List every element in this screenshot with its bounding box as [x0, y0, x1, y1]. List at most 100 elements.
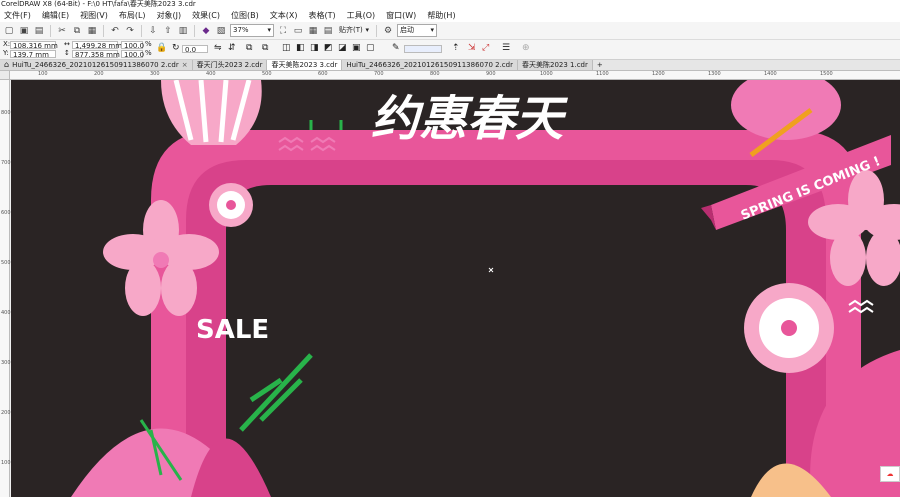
align-distribute-icon[interactable]: ☰: [502, 44, 510, 53]
ruler-tick: 1200: [652, 71, 665, 77]
menu-layout[interactable]: 布局(L): [119, 10, 146, 21]
show-grid-icon[interactable]: ▦: [307, 25, 319, 37]
y-label: Y:: [3, 49, 9, 57]
ruler-tick: 1300: [708, 71, 721, 77]
menu-edit[interactable]: 编辑(E): [42, 10, 69, 21]
drawing-canvas[interactable]: 约惠春天 SPRING IS COMING ! SALE: [11, 80, 900, 497]
save-icon[interactable]: ▤: [33, 25, 45, 37]
app-launcher-icon[interactable]: ▧: [215, 25, 227, 37]
convert-to-curves-icon[interactable]: ⤢: [482, 44, 489, 53]
chevron-down-icon: ▾: [365, 26, 369, 34]
back-minus-front-icon[interactable]: ▣: [352, 44, 361, 53]
mirror-horizontal-icon[interactable]: ⇋: [214, 44, 222, 53]
menu-view[interactable]: 视图(V): [80, 10, 108, 21]
ruler-tick: 100: [38, 71, 48, 77]
launch-label: 启动: [400, 26, 414, 34]
snap-to-menu[interactable]: 贴齐(T) ▾: [337, 24, 371, 37]
menu-tools[interactable]: 工具(O): [347, 10, 376, 21]
ruler-tick: 500: [1, 260, 11, 266]
show-rulers-icon[interactable]: ▭: [292, 25, 304, 37]
export-icon[interactable]: ⇧: [162, 25, 174, 37]
redo-icon[interactable]: ↷: [124, 25, 136, 37]
menu-object[interactable]: 对象(J): [157, 10, 182, 21]
lock-ratio-icon[interactable]: 🔒: [156, 44, 167, 53]
undo-icon[interactable]: ↶: [109, 25, 121, 37]
menu-effects[interactable]: 效果(C): [192, 10, 220, 21]
full-screen-icon[interactable]: ⛶: [277, 25, 289, 37]
cut-icon[interactable]: ✂: [56, 25, 68, 37]
mirror-vertical-icon[interactable]: ⇵: [228, 44, 236, 53]
intersect-icon[interactable]: ◨: [310, 44, 319, 53]
tab-doc-5[interactable]: 春天美陈2023 1.cdr: [517, 60, 593, 70]
sale-text: SALE: [196, 315, 269, 345]
menu-table[interactable]: 表格(T): [308, 10, 335, 21]
vertical-ruler[interactable]: 800 700 600 500 400 300 200 100: [0, 80, 11, 497]
ungroup-icon[interactable]: ⧉: [262, 44, 268, 53]
height-field[interactable]: 877.358 mm: [72, 50, 120, 59]
outline-width-field[interactable]: [404, 45, 442, 53]
chevron-down-icon: ▾: [267, 26, 271, 34]
rotate-icon: ↻: [172, 43, 180, 53]
ruler-tick: 800: [1, 110, 11, 116]
ruler-tick: 400: [1, 310, 11, 316]
wrap-text-icon[interactable]: ⇲: [468, 44, 476, 53]
ruler-tick: 500: [262, 71, 272, 77]
tab-doc-2[interactable]: 春天门头2023 2.cdr: [192, 60, 268, 70]
ruler-tick: 700: [374, 71, 384, 77]
show-guides-icon[interactable]: ▤: [322, 25, 334, 37]
ruler-tick: 300: [1, 360, 11, 366]
tab-doc-1[interactable]: ⌂ HuiTu_2466326_20210126150911386070 2.c…: [0, 60, 193, 70]
width-field[interactable]: 1,499.28 mm: [72, 41, 122, 50]
tab-doc-4[interactable]: HuiTu_2466326_20210126150911386070 2.cdr: [342, 60, 518, 70]
chevron-down-icon: ▾: [430, 26, 434, 34]
new-tab-button[interactable]: +: [593, 60, 607, 70]
menu-bitmaps[interactable]: 位图(B): [231, 10, 259, 21]
rotation-angle-field[interactable]: 0.0: [182, 45, 208, 54]
corel-connect-icon[interactable]: ◆: [200, 25, 212, 37]
width-icon: ↔: [64, 40, 70, 48]
menu-file[interactable]: 文件(F): [4, 10, 31, 21]
simplify-icon[interactable]: ◩: [324, 44, 333, 53]
ime-icon[interactable]: ☁: [880, 466, 900, 482]
outline-pen-icon[interactable]: ✎: [392, 44, 400, 53]
new-document-icon[interactable]: ▢: [3, 25, 15, 37]
x-position-field[interactable]: 108.316 mm: [10, 41, 58, 50]
home-icon[interactable]: ⌂: [4, 60, 9, 70]
plus-icon: +: [596, 61, 603, 69]
ruler-corner[interactable]: [0, 71, 10, 80]
menu-text[interactable]: 文本(X): [270, 10, 298, 21]
property-bar: X: 108.316 mm Y: 139.7 mm ↔ 1,499.28 mm …: [0, 40, 900, 60]
tab-label: 春天美陈2023 1.cdr: [521, 61, 588, 69]
group-icon[interactable]: ⧉: [246, 44, 252, 53]
document-tabs: ⌂ HuiTu_2466326_20210126150911386070 2.c…: [0, 60, 900, 71]
copy-icon[interactable]: ⧉: [71, 25, 83, 37]
ruler-tick: 200: [1, 410, 11, 416]
to-front-icon[interactable]: ⇡: [452, 44, 460, 53]
scale-x-field[interactable]: 100.0: [121, 41, 144, 50]
zoom-combo[interactable]: 37% ▾: [230, 24, 274, 37]
ruler-tick: 200: [94, 71, 104, 77]
import-icon[interactable]: ⇩: [147, 25, 159, 37]
add-preset-icon[interactable]: ⊕: [522, 44, 530, 53]
y-position-field[interactable]: 139.7 mm: [10, 50, 56, 59]
weld-icon[interactable]: ◫: [282, 44, 291, 53]
headline-text: 约惠春天: [371, 91, 569, 147]
publish-pdf-icon[interactable]: ▥: [177, 25, 189, 37]
paste-icon[interactable]: ▦: [86, 25, 98, 37]
menu-window[interactable]: 窗口(W): [386, 10, 416, 21]
open-icon[interactable]: ▣: [18, 25, 30, 37]
height-icon: ↕: [64, 49, 70, 57]
front-minus-back-icon[interactable]: ◪: [338, 44, 347, 53]
horizontal-ruler[interactable]: 100 200 300 400 500 600 700 800 900 1000…: [10, 71, 900, 80]
daisy-right: [744, 283, 834, 373]
tab-doc-3[interactable]: 春天美陈2023 3.cdr: [267, 60, 343, 70]
scale-y-field[interactable]: 100.0: [121, 50, 144, 59]
close-icon[interactable]: ×: [182, 60, 188, 70]
ruler-tick: 1500: [820, 71, 833, 77]
trim-icon[interactable]: ◧: [296, 44, 305, 53]
menu-help[interactable]: 帮助(H): [427, 10, 455, 21]
menu-bar: 文件(F) 编辑(E) 视图(V) 布局(L) 对象(J) 效果(C) 位图(B…: [0, 9, 900, 22]
create-boundary-icon[interactable]: ▢: [366, 44, 375, 53]
launch-combo[interactable]: 启动 ▾: [397, 24, 437, 37]
options-gear-icon[interactable]: ⚙: [382, 25, 394, 37]
